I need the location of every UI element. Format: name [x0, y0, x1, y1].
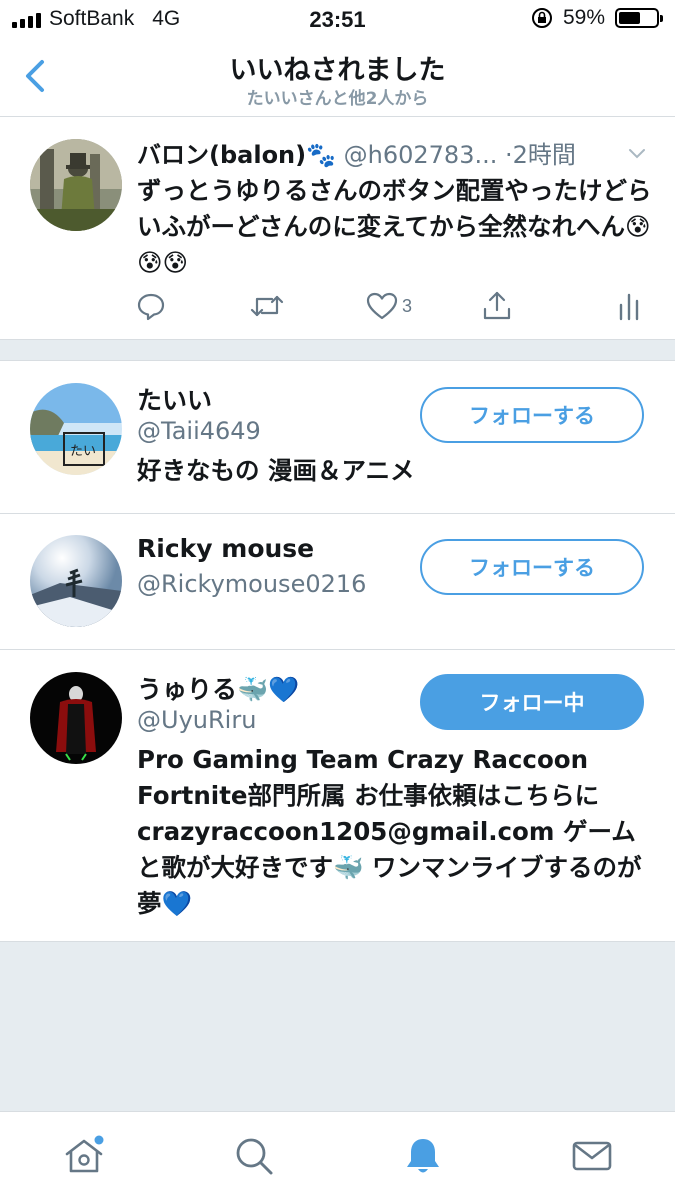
notifications-icon[interactable] [401, 1134, 445, 1178]
rotation-lock-icon [531, 8, 552, 28]
status-bar: SoftBank 4G 23:51 59% [0, 0, 675, 38]
like-count: 3 [402, 295, 413, 316]
reply-button[interactable] [136, 289, 166, 323]
heart-icon [366, 292, 398, 320]
user-bio: Pro Gaming Team Crazy Raccoon Fortnite部門… [137, 745, 642, 918]
avatar[interactable] [30, 139, 122, 231]
tab-bar [0, 1111, 675, 1201]
page-subtitle: たいいさんと他2人から [246, 89, 429, 109]
avatar-image: たい [30, 383, 122, 475]
retweet-button[interactable] [250, 289, 284, 323]
user-handle: @Rickymouse0216 [137, 570, 367, 598]
nav-header: いいねされました たいいさんと他2人から [0, 38, 675, 117]
list-item[interactable]: たい たいい @Taii4649 好きなもの 漫画＆アニメ フォローする [0, 361, 675, 514]
page-title: いいねされました [229, 55, 446, 86]
avatar[interactable]: たい [30, 383, 122, 475]
user-bio: 好きなもの 漫画＆アニメ [137, 456, 415, 485]
following-button[interactable]: フォロー中 [420, 674, 644, 730]
liked-by-list: たい たいい @Taii4649 好きなもの 漫画＆アニメ フォローする Ric… [0, 360, 675, 942]
tweet-author-name[interactable]: バロン(balon)🐾 [137, 141, 336, 169]
analytics-button[interactable] [617, 289, 641, 323]
liked-tweet[interactable]: バロン(balon)🐾 @h602783... ·2時間 ずっとうゆりるさんのボ… [0, 117, 675, 340]
svg-text:たい: たい [70, 444, 96, 459]
list-item[interactable]: Ricky mouse @Rickymouse0216 フォローする [0, 514, 675, 650]
search-icon[interactable] [232, 1134, 276, 1178]
tweet-header: バロン(balon)🐾 @h602783... ·2時間 [137, 135, 576, 170]
tweet-author-handle[interactable]: @h602783... [344, 141, 498, 169]
avatar-image [30, 535, 122, 627]
status-right: 59% [531, 6, 663, 30]
user-name: たいい [137, 386, 213, 415]
home-icon[interactable] [62, 1134, 106, 1178]
analytics-icon [619, 293, 639, 321]
reply-icon [137, 293, 165, 321]
avatar-image [30, 139, 122, 231]
like-button[interactable]: 3 [366, 289, 412, 323]
avatar[interactable] [30, 535, 122, 627]
tweet-time: ·2時間 [505, 141, 576, 169]
user-handle: @Taii4649 [137, 417, 261, 445]
tweet-text: ずっとうゆりるさんのボタン配置やったけどらいふがーどさんのに変えてから全然なれへ… [137, 176, 652, 277]
tweet-actions: 3 [0, 289, 675, 329]
user-name: Ricky mouse [137, 534, 315, 563]
battery-fill [619, 12, 640, 24]
avatar-image [30, 672, 122, 764]
chevron-down-icon[interactable] [627, 147, 647, 161]
user-name: うゅりる🐳💙 [137, 675, 300, 704]
share-icon [483, 291, 511, 320]
battery-percent: 59% [562, 6, 605, 29]
messages-icon[interactable] [570, 1134, 614, 1178]
follow-button[interactable]: フォローする [420, 387, 644, 443]
retweet-icon [250, 295, 284, 317]
avatar[interactable] [30, 672, 122, 764]
list-item[interactable]: うゅりる🐳💙 @UyuRiru Pro Gaming Team Crazy Ra… [0, 650, 675, 940]
follow-button[interactable]: フォローする [420, 539, 644, 595]
user-handle: @UyuRiru [137, 706, 257, 734]
battery-icon [615, 8, 663, 28]
share-button[interactable] [482, 289, 512, 323]
